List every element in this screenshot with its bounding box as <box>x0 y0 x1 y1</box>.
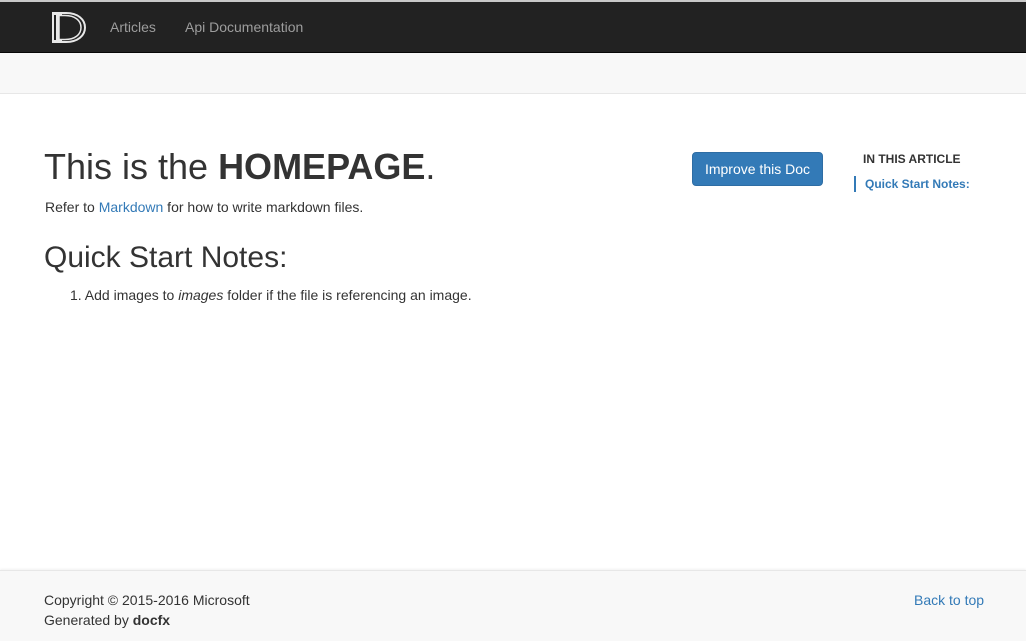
refer-suffix: for how to write markdown files. <box>163 199 364 215</box>
list-item: 1. Add images to images folder if the fi… <box>70 286 472 304</box>
toc-item-quick-start-notes[interactable]: Quick Start Notes: <box>854 176 970 192</box>
quick-start-heading: Quick Start Notes: <box>44 241 288 274</box>
footer-generated-prefix: Generated by <box>44 612 133 628</box>
back-to-top-link[interactable]: Back to top <box>914 591 984 609</box>
nav-item-articles[interactable]: Articles <box>110 18 156 36</box>
page-title: This is the HOMEPAGE. <box>44 146 435 188</box>
page-title-bold: HOMEPAGE <box>218 146 426 187</box>
page-title-suffix: . <box>425 146 436 187</box>
refer-prefix: Refer to <box>45 199 99 215</box>
refer-paragraph: Refer to Markdown for how to write markd… <box>45 198 363 216</box>
page-title-prefix: This is the <box>44 146 219 187</box>
nav-item-api-documentation[interactable]: Api Documentation <box>185 18 303 36</box>
toc-title: IN THIS ARTICLE <box>863 152 961 166</box>
list-item-emphasis: images <box>178 287 224 303</box>
list-item-text-after: folder if the file is referencing an ima… <box>223 287 472 303</box>
breadcrumb-bar <box>0 53 1026 94</box>
quick-start-list: 1. Add images to images folder if the fi… <box>70 286 472 304</box>
improve-this-doc-button[interactable]: Improve this Doc <box>692 152 823 186</box>
footer-generated: Generated by docfx <box>44 611 170 629</box>
markdown-link[interactable]: Markdown <box>99 199 164 215</box>
list-item-text-before: Add images to <box>81 287 179 303</box>
list-item-number: 1. <box>70 287 82 303</box>
footer-generator-name: docfx <box>132 612 171 628</box>
top-navbar: Articles Api Documentation <box>0 2 1026 53</box>
docfx-logo-icon <box>52 12 87 43</box>
docfx-logo[interactable] <box>49 11 89 44</box>
footer-copyright: Copyright © 2015-2016 Microsoft <box>44 592 250 608</box>
page-footer: Copyright © 2015-2016 Microsoft Generate… <box>0 570 1026 641</box>
